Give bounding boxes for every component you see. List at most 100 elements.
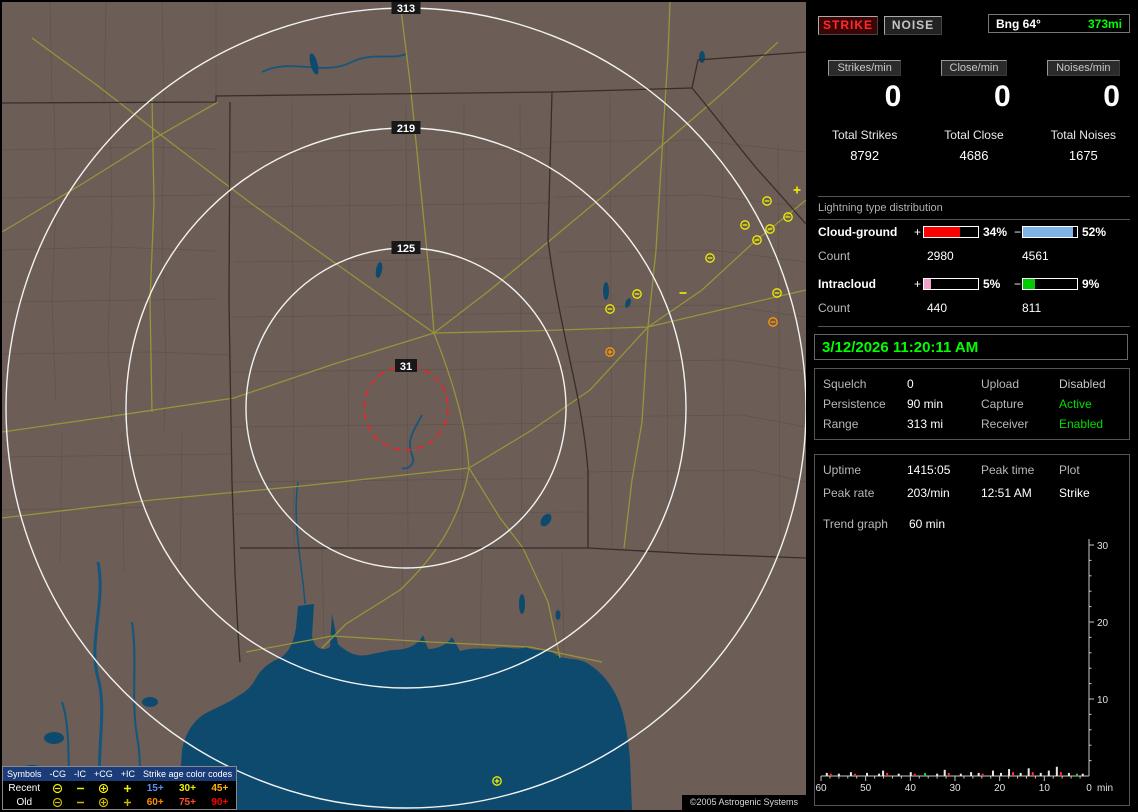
svg-text:125: 125 xyxy=(397,243,415,255)
svg-text:10: 10 xyxy=(1039,783,1051,794)
separator xyxy=(818,196,1130,197)
plot-label: Plot xyxy=(1059,463,1080,477)
persistence-value: 90 min xyxy=(907,397,944,411)
legend-age-header: Strike age color codes xyxy=(139,766,237,781)
legend-recent-row: Recent 15+ 30+ 45+ xyxy=(3,781,237,795)
strikes-per-min-button[interactable]: Strikes/min xyxy=(828,60,901,76)
range-label: Range xyxy=(823,417,859,431)
cg-negative-count: 4561 xyxy=(1022,249,1049,263)
stormvue-window: 313 219 125 31 Symbols -CG -IC +CG +IC Stri… xyxy=(0,0,1138,812)
close-per-min-button[interactable]: Close/min xyxy=(940,60,1008,76)
total-noises-label: Total Noises xyxy=(1050,128,1116,142)
cg-positive-count: 2980 xyxy=(927,249,954,263)
upload-label: Upload xyxy=(981,377,1020,391)
stats-panel: Uptime 1415:05 Peak time Plot Peak rate … xyxy=(814,454,1130,806)
age-code-30: 30+ xyxy=(179,782,196,794)
svg-text:30: 30 xyxy=(949,783,961,794)
noises-per-min-value: 0 xyxy=(1103,80,1120,113)
age-code-90: 90+ xyxy=(211,796,229,808)
status-panel: Squelch 0 Upload Disabled Persistence 90… xyxy=(814,368,1130,440)
age-code-45: 45+ xyxy=(211,782,229,794)
capture-value: Active xyxy=(1059,397,1092,411)
control-panel: STRIKE NOISE Bng 64° 373mi Strikes/min 0… xyxy=(810,0,1138,812)
upload-value: Disabled xyxy=(1059,377,1106,391)
map-legend: Symbols -CG -IC +CG +IC Strike age color… xyxy=(2,766,238,810)
age-code-15: 15+ xyxy=(146,782,164,794)
cg-positive-bar xyxy=(923,226,979,238)
cloud-ground-label: Cloud-ground xyxy=(818,225,898,239)
cloud-ground-count-row: Count 2980 4561 xyxy=(810,249,1138,265)
persistence-label: Persistence xyxy=(823,397,886,411)
noises-per-min-button[interactable]: Noises/min xyxy=(1047,60,1120,76)
peak-rate-label: Peak rate xyxy=(823,486,875,500)
strikes-per-min-value: 0 xyxy=(884,80,902,113)
legend-old-label: Old xyxy=(16,796,33,808)
legend-col-cg-neg: -CG xyxy=(45,766,71,781)
range-value: 373mi xyxy=(1087,16,1122,31)
peak-time-label: Peak time xyxy=(981,463,1035,477)
count-label: Count xyxy=(818,249,851,263)
total-close-label: Total Close xyxy=(944,128,1004,142)
cg-negative-bar xyxy=(1022,226,1078,238)
total-noises-value: 1675 xyxy=(1068,148,1098,163)
cloud-ground-row: Cloud-ground + 34% − 52% xyxy=(810,225,1138,241)
svg-text:50: 50 xyxy=(860,783,872,794)
intracloud-label: Intracloud xyxy=(818,277,877,291)
total-strikes-label: Total Strikes xyxy=(831,128,898,142)
cg-pos-recent-icon xyxy=(90,781,117,795)
total-close-value: 4686 xyxy=(959,148,989,163)
cg-pos-old-icon xyxy=(90,795,117,810)
svg-text:40: 40 xyxy=(905,783,917,794)
age-code-75: 75+ xyxy=(179,796,196,808)
noise-toggle-button[interactable]: NOISE xyxy=(884,16,942,35)
trend-graph: 30 20 10 60 50 40 30 20 10 0 min xyxy=(815,539,1113,794)
ic-positive-pct: 5% xyxy=(983,277,1001,291)
cg-negative-pct: 52% xyxy=(1082,225,1107,239)
count-label: Count xyxy=(818,301,851,315)
ic-negative-bar xyxy=(1022,278,1078,290)
svg-text:0: 0 xyxy=(1086,783,1092,794)
svg-text:60: 60 xyxy=(815,783,827,794)
svg-text:min: min xyxy=(1097,783,1113,794)
plus-sign: + xyxy=(914,225,922,239)
svg-text:10: 10 xyxy=(1097,695,1109,706)
svg-text:313: 313 xyxy=(397,3,415,15)
intracloud-row: Intracloud + 5% − 9% xyxy=(810,277,1138,293)
ic-positive-count: 440 xyxy=(927,301,948,315)
lightning-map[interactable]: 313 219 125 31 Symbols -CG -IC +CG +IC Stri… xyxy=(2,2,806,810)
plus-sign: + xyxy=(914,277,922,291)
ic-positive-bar xyxy=(923,278,979,290)
capture-label: Capture xyxy=(981,397,1024,411)
strike-toggle-button[interactable]: STRIKE xyxy=(818,16,878,35)
datetime-display: 3/12/2026 11:20:11 AM xyxy=(814,334,1128,360)
plot-value: Strike xyxy=(1059,486,1090,500)
peak-rate-value: 203/min xyxy=(907,486,950,500)
ic-negative-count: 811 xyxy=(1022,301,1042,315)
legend-col-ic-neg: -IC xyxy=(70,766,91,781)
legend-col-ic-pos: +IC xyxy=(116,766,140,781)
cg-neg-recent-icon xyxy=(46,781,71,795)
receiver-value: Enabled xyxy=(1059,417,1104,431)
minus-sign: − xyxy=(1014,277,1022,291)
intracloud-count-row: Count 440 811 xyxy=(810,301,1138,317)
trend-graph-label: Trend graph xyxy=(823,517,888,531)
total-strikes-value: 8792 xyxy=(850,148,880,163)
squelch-value: 0 xyxy=(907,377,914,391)
ic-negative-pct: 9% xyxy=(1082,277,1100,291)
legend-symbols-header: Symbols xyxy=(2,766,46,781)
trend-window-value: 60 min xyxy=(909,517,946,531)
noises-column: Noises/min 0 Total Noises 1675 xyxy=(1029,60,1138,163)
cg-positive-pct: 34% xyxy=(983,225,1008,239)
map-canvas: 313 219 125 31 xyxy=(2,2,806,810)
ic-pos-recent-icon xyxy=(117,781,139,795)
copyright-label: ©2005 Astrogenic Systems xyxy=(681,795,806,810)
strikes-column: Strikes/min 0 Total Strikes 8792 xyxy=(810,60,919,163)
rate-counters: Strikes/min 0 Total Strikes 8792 Close/m… xyxy=(810,60,1138,163)
svg-text:31: 31 xyxy=(400,361,412,373)
cg-neg-old-icon xyxy=(46,795,71,810)
legend-header-row: Symbols -CG -IC +CG +IC Strike age color… xyxy=(2,766,237,781)
range-setting-value: 313 mi xyxy=(907,417,944,431)
minus-sign: − xyxy=(1014,225,1022,239)
separator xyxy=(818,326,1130,327)
svg-text:20: 20 xyxy=(1097,618,1109,629)
